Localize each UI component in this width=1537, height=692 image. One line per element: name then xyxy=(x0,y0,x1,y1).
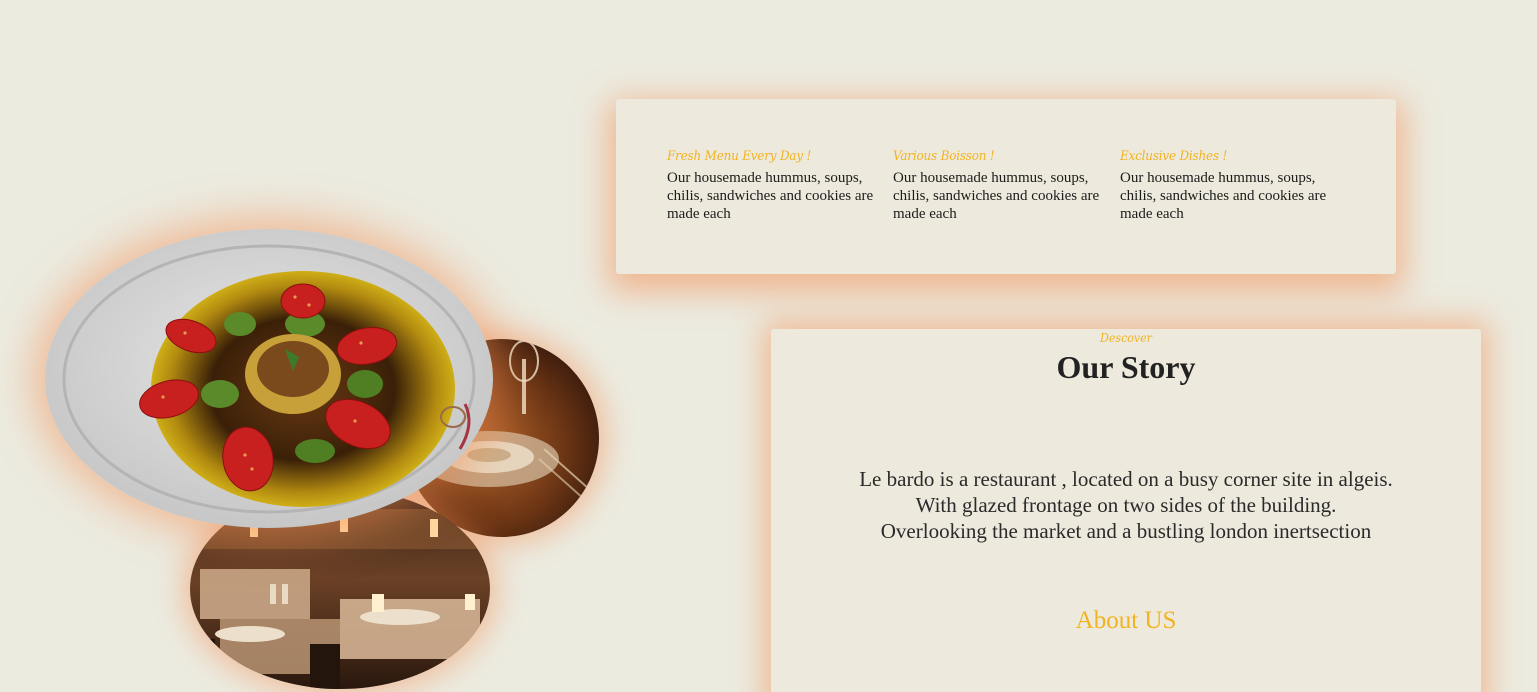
feature-exclusive-dishes: Exclusive Dishes ! Our housemade hummus,… xyxy=(1120,149,1342,223)
story-eyebrow: Descover xyxy=(1100,331,1152,345)
about-us-link[interactable]: About US xyxy=(771,607,1481,635)
story-title: Our Story xyxy=(1056,349,1196,385)
page: Fresh Menu Every Day ! Our housemade hum… xyxy=(0,0,1537,692)
feature-text: Our housemade hummus, soups, chilis, san… xyxy=(893,170,1100,222)
feature-title: Exclusive Dishes ! xyxy=(1120,149,1228,164)
dessert-plate-graphic xyxy=(45,229,493,528)
feature-title: Various Boisson ! xyxy=(893,149,995,164)
feature-fresh-menu: Fresh Menu Every Day ! Our housemade hum… xyxy=(667,149,889,223)
features-card: Fresh Menu Every Day ! Our housemade hum… xyxy=(616,99,1396,274)
story-line: Overlooking the market and a bustling lo… xyxy=(880,519,1372,543)
feature-various-boisson: Various Boisson ! Our housemade hummus, … xyxy=(893,149,1115,223)
our-story-card: Descover Our Story Le bardo is a restaur… xyxy=(771,329,1481,692)
feature-title: Fresh Menu Every Day ! xyxy=(667,149,812,164)
dessert-plate-image xyxy=(45,229,493,528)
story-line: Le bardo is a restaurant , located on a … xyxy=(859,467,1393,491)
feature-text: Our housemade hummus, soups, chilis, san… xyxy=(667,170,874,222)
story-description: Le bardo is a restaurant , located on a … xyxy=(771,466,1481,544)
feature-text: Our housemade hummus, soups, chilis, san… xyxy=(1120,170,1327,222)
story-line: With glazed frontage on two sides of the… xyxy=(915,493,1337,517)
